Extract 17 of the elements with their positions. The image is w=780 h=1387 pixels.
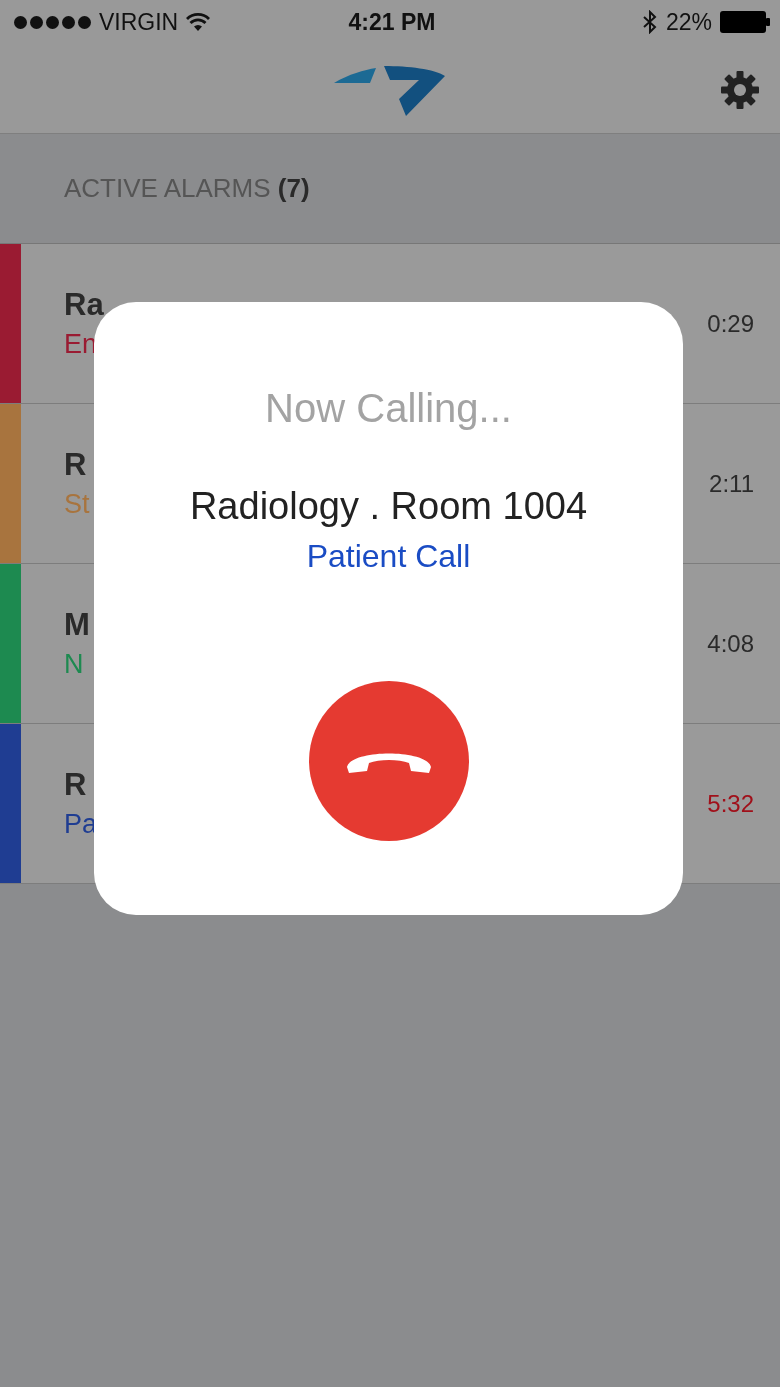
call-type: Patient Call bbox=[306, 538, 471, 575]
alarm-title: Ra bbox=[64, 287, 104, 323]
alarm-title: M bbox=[64, 607, 90, 643]
alarm-type: St bbox=[64, 489, 90, 520]
alarm-title: R bbox=[64, 767, 87, 803]
carrier-name: VIRGIN bbox=[99, 8, 179, 36]
alarm-type: N bbox=[64, 649, 84, 680]
battery-percent: 22% bbox=[665, 8, 712, 36]
section-header: ACTIVE ALARMS (7) bbox=[64, 173, 310, 204]
status-time: 4:21 PM bbox=[348, 8, 436, 36]
alarm-title: R bbox=[64, 447, 87, 483]
elapsed-time: 0:29 bbox=[707, 309, 755, 338]
call-location: Radiology . Room 1004 bbox=[189, 485, 588, 528]
elapsed-time: 4:08 bbox=[707, 629, 755, 658]
dialog-heading: Now Calling... bbox=[265, 386, 512, 431]
elapsed-time: 2:11 bbox=[709, 469, 755, 498]
elapsed-time: 5:32 bbox=[707, 789, 755, 818]
